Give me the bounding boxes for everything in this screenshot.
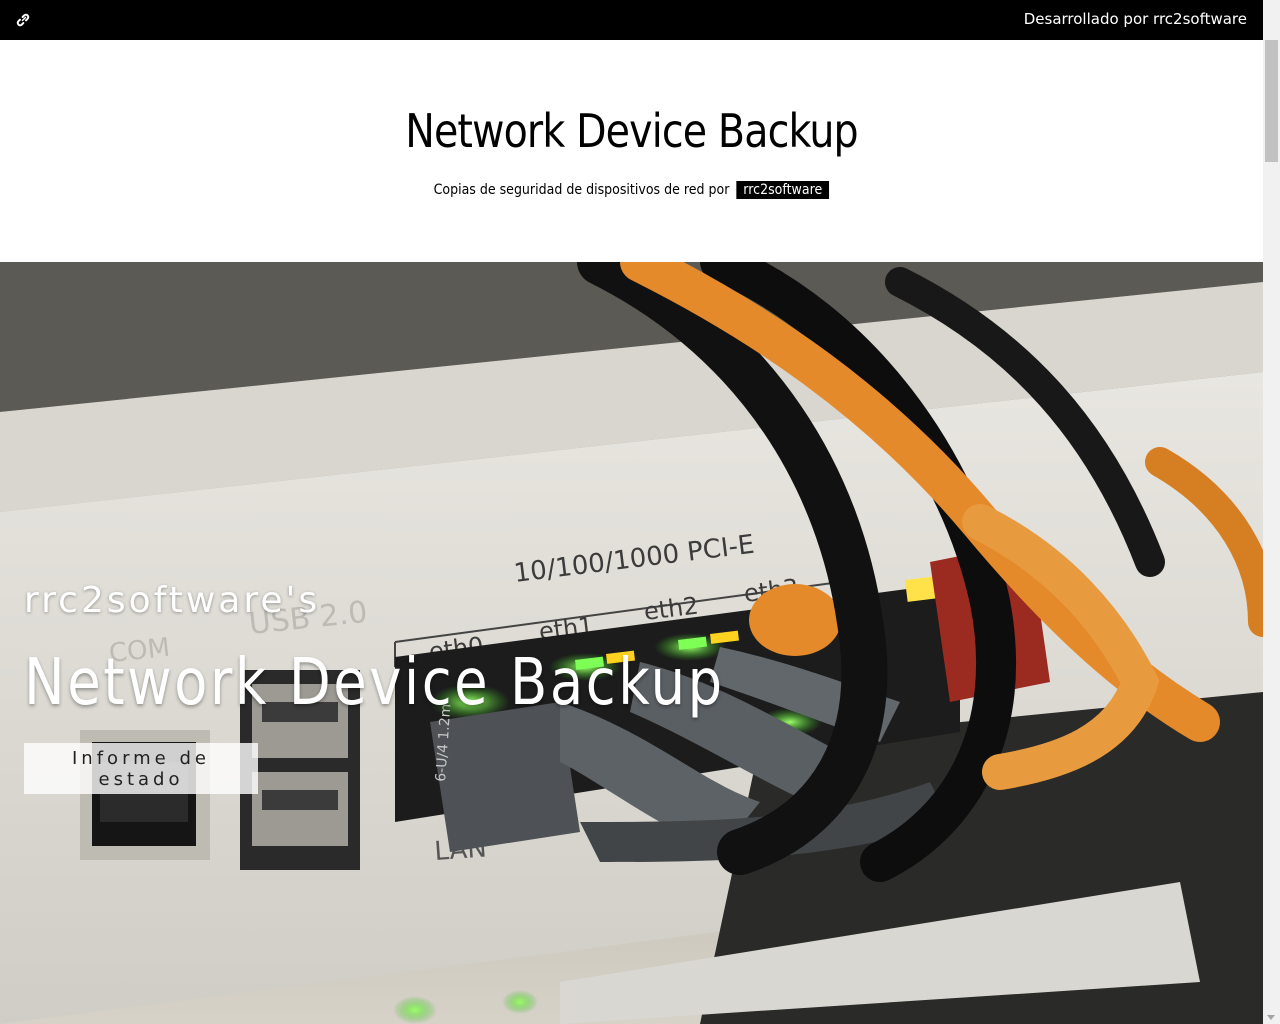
hero-network-photo: 10/100/1000 PCI-E eth0 eth1 eth2 eth3 US…: [0, 262, 1263, 1024]
page: Desarrollado por rrc2software Network De…: [0, 0, 1263, 1024]
scroll-down-arrow-icon[interactable]: [1267, 1015, 1275, 1020]
status-report-button[interactable]: Informe de estado: [24, 743, 258, 794]
developer-credit-link[interactable]: Desarrollado por rrc2software: [1024, 10, 1247, 28]
site-header: Network Device Backup Copias de segurida…: [0, 40, 1263, 262]
vertical-scrollbar[interactable]: [1263, 0, 1280, 1024]
hero-title: Network Device Backup: [24, 646, 725, 720]
subtitle-text: Copias de seguridad de dispositivos de r…: [433, 182, 730, 198]
hero-kicker: rrc2software's: [24, 580, 321, 621]
page-subtitle: Copias de seguridad de dispositivos de r…: [63, 181, 1200, 199]
link-icon[interactable]: [14, 11, 32, 29]
scrollbar-thumb[interactable]: [1265, 40, 1278, 162]
author-tag: rrc2software: [736, 181, 830, 199]
page-title: Network Device Backup: [405, 104, 858, 158]
top-bar: Desarrollado por rrc2software: [0, 0, 1263, 40]
hero-section: 10/100/1000 PCI-E eth0 eth1 eth2 eth3 US…: [0, 262, 1263, 1024]
